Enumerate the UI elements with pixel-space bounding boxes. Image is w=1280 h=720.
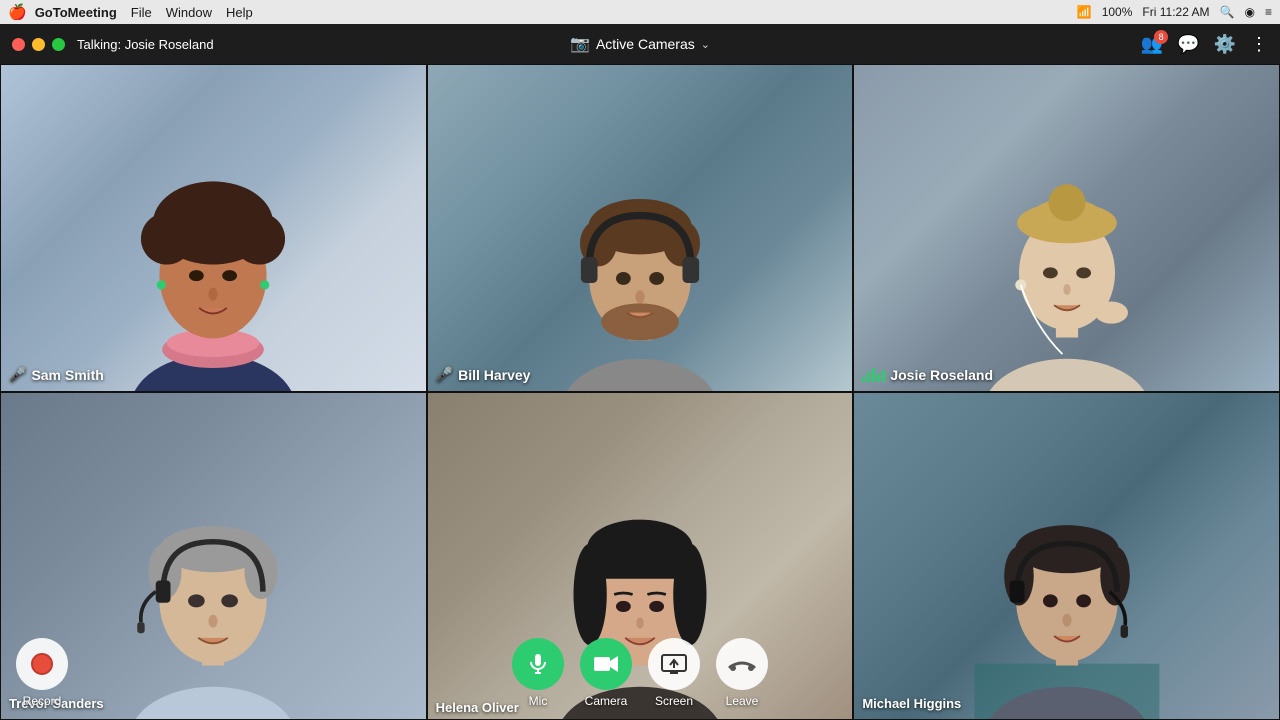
participant-name-bill: 🎤 Bill Harvey: [436, 366, 531, 383]
screen-label: Screen: [655, 694, 693, 708]
more-icon: ⋮: [1250, 34, 1268, 54]
battery-indicator: 100%: [1102, 5, 1133, 19]
app-menu[interactable]: GoToMeeting: [35, 5, 117, 20]
file-menu[interactable]: File: [131, 5, 152, 20]
view-selector[interactable]: 📷 Active Cameras ⌄: [570, 34, 710, 54]
window-controls: [12, 38, 65, 51]
menubar: 🍎 GoToMeeting File Window Help 📶 100% Fr…: [0, 0, 1280, 24]
more-button[interactable]: ⋮: [1250, 34, 1268, 55]
name-label-michael: Michael Higgins: [862, 696, 961, 711]
video-cell-sam: 🎤 Sam Smith: [0, 64, 427, 392]
record-dot-icon: [31, 653, 53, 675]
gear-icon: ⚙️: [1214, 34, 1236, 54]
name-label-josie: Josie Roseland: [890, 367, 993, 383]
camera-button-circle: [580, 638, 632, 690]
help-menu[interactable]: Help: [226, 5, 253, 20]
name-label-sam: Sam Smith: [31, 367, 103, 383]
active-cameras-label: Active Cameras: [596, 36, 695, 52]
participant-name-josie: Josie Roseland: [862, 367, 993, 383]
minimize-button[interactable]: [32, 38, 45, 51]
titlebar-actions: 👥 8 💬 ⚙️ ⋮: [1141, 34, 1268, 55]
maximize-button[interactable]: [52, 38, 65, 51]
record-label: Record: [23, 694, 62, 708]
chat-icon: 💬: [1177, 34, 1199, 54]
video-grid: 🎤 Sam Smith: [0, 64, 1280, 720]
camera-label: Camera: [585, 694, 628, 708]
window-menu[interactable]: Window: [166, 5, 212, 20]
clock: Fri 11:22 AM: [1142, 5, 1209, 19]
participant-name-michael: Michael Higgins: [862, 696, 961, 711]
name-label-bill: Bill Harvey: [458, 367, 530, 383]
video-cell-bill: 🎤 Bill Harvey: [427, 64, 854, 392]
apple-menu-icon[interactable]: 🍎: [8, 3, 27, 21]
talking-indicator: Talking: Josie Roseland: [77, 37, 214, 52]
name-label-helena: Helena Oliver: [436, 700, 519, 715]
leave-label: Leave: [726, 694, 759, 708]
video-cell-josie: Josie Roseland: [853, 64, 1280, 392]
center-toolbar: Mic Camera: [512, 638, 768, 708]
mic-button-circle: [512, 638, 564, 690]
mic-button[interactable]: Mic: [512, 638, 564, 708]
close-button[interactable]: [12, 38, 25, 51]
screen-button-circle: [648, 638, 700, 690]
camera-view-icon: 📷: [570, 34, 590, 54]
spotlight-icon[interactable]: 🔍: [1220, 5, 1235, 19]
participants-button[interactable]: 👥 8: [1141, 34, 1163, 55]
mic-icon-sam: 🎤: [9, 366, 26, 383]
chevron-down-icon: ⌄: [701, 38, 710, 51]
wifi-icon: 📶: [1077, 5, 1092, 19]
chat-button[interactable]: 💬: [1177, 34, 1199, 55]
leave-button-circle: [716, 638, 768, 690]
camera-button[interactable]: Camera: [580, 638, 632, 708]
mic-label: Mic: [529, 694, 548, 708]
participants-badge: 8: [1154, 30, 1168, 44]
record-circle: [16, 638, 68, 690]
record-button[interactable]: Record: [16, 638, 68, 708]
control-center-icon[interactable]: ≡: [1265, 5, 1272, 19]
titlebar: Talking: Josie Roseland 📷 Active Cameras…: [0, 24, 1280, 64]
settings-button[interactable]: ⚙️: [1214, 34, 1236, 55]
screen-button[interactable]: Screen: [648, 638, 700, 708]
leave-button[interactable]: Leave: [716, 638, 768, 708]
mic-icon-bill: 🎤: [436, 366, 453, 383]
participant-name-sam: 🎤 Sam Smith: [9, 366, 104, 383]
participant-name-helena: Helena Oliver: [436, 700, 519, 719]
video-cell-michael: Michael Higgins: [853, 392, 1280, 720]
siri-icon[interactable]: ◉: [1245, 5, 1255, 19]
talking-indicator-josie: [862, 368, 885, 382]
